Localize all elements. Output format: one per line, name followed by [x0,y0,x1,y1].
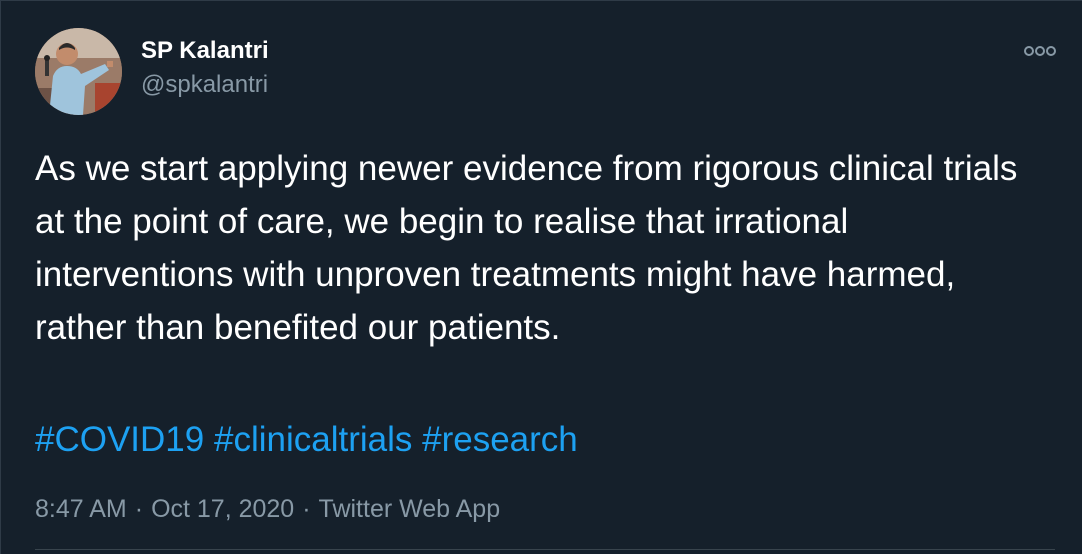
more-options-icon [1024,46,1056,56]
author-avatar[interactable] [35,28,122,115]
hashtag-list: #COVID19 #clinicaltrials #research [35,413,578,466]
meta-separator: · [302,495,311,523]
meta-separator: · [134,495,144,523]
tweet-source[interactable]: Twitter Web App [319,495,501,523]
profile-photo-icon [35,28,122,115]
more-options-button[interactable] [1023,41,1057,61]
author-handle[interactable]: @spkalantri [141,71,268,99]
divider [35,549,1055,550]
tweet-text: As we start applying newer evidence from… [35,149,1018,347]
tweet-card: SP Kalantri @spkalantri As we start appl… [0,0,1082,554]
tweet-date[interactable]: Oct 17, 2020 [151,495,294,523]
tweet-time[interactable]: 8:47 AM [35,495,127,523]
hashtag-clinicaltrials[interactable]: #clinicaltrials [214,420,412,459]
tweet-meta: 8:47 AM · Oct 17, 2020 · Twitter Web App [35,492,500,526]
author-name[interactable]: SP Kalantri [141,37,269,65]
hashtag-covid19[interactable]: #COVID19 [35,420,204,459]
hashtag-research[interactable]: #research [422,420,578,459]
